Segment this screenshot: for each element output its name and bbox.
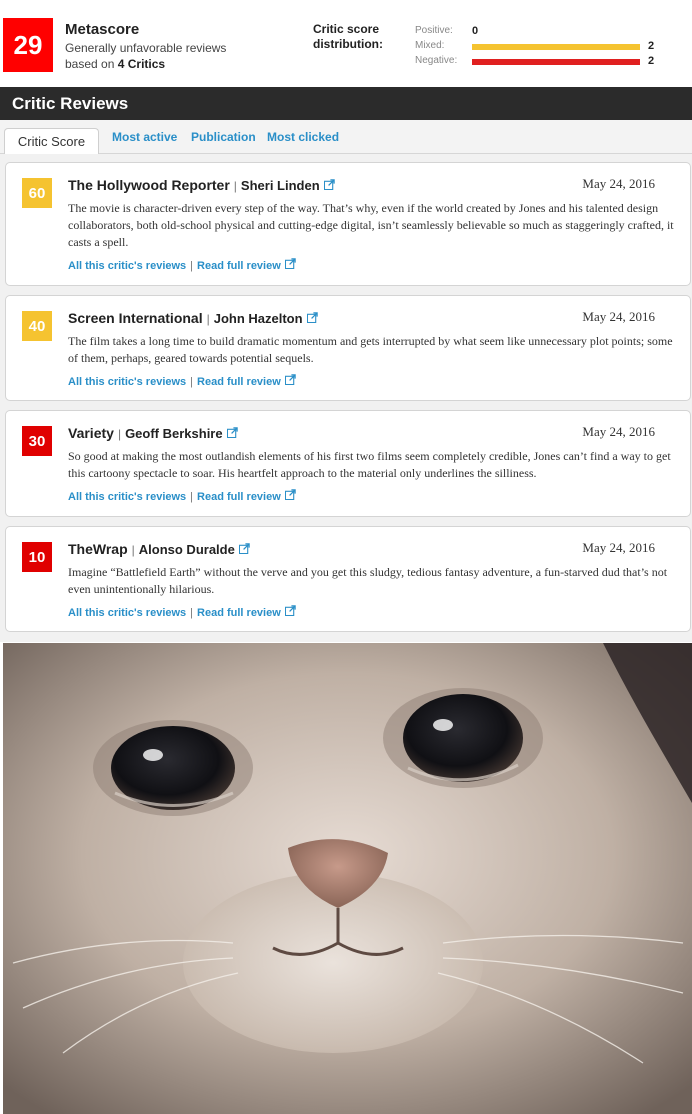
review-date: May 24, 2016 — [582, 176, 655, 191]
distribution-count: 0 — [472, 25, 479, 37]
external-link-icon[interactable] — [323, 179, 335, 190]
all-critic-reviews-link[interactable]: All this critic's reviews — [68, 491, 186, 503]
review-card: 40 Screen International | John Hazelton Ma… — [5, 295, 691, 401]
metascore-header: 29 Metascore Generally unfavorable revie… — [0, 0, 692, 87]
external-link-icon[interactable] — [284, 605, 296, 616]
critic-name[interactable]: Alonso Duralde — [139, 542, 235, 557]
distribution-label: Positive: — [415, 25, 453, 36]
distribution-count: 2 — [648, 55, 655, 67]
read-full-review-link[interactable]: Read full review — [197, 260, 281, 272]
distribution-row-positive: Positive: 0 — [415, 25, 665, 39]
tab-publication[interactable]: Publication — [191, 130, 256, 144]
review-summary: The film takes a long time to build dram… — [68, 334, 673, 365]
distribution-count: 2 — [648, 40, 655, 52]
review-summary: The movie is character-driven every step… — [68, 201, 674, 249]
review-score-badge: 10 — [22, 542, 52, 572]
all-critic-reviews-link[interactable]: All this critic's reviews — [68, 260, 186, 272]
tab-bar: Critic Score Most active Publication Mos… — [0, 120, 692, 155]
external-link-icon[interactable] — [284, 258, 296, 269]
review-date: May 24, 2016 — [582, 424, 655, 439]
metascore-critic-count: based on 4 Critics — [65, 57, 166, 71]
section-title: Critic Reviews — [0, 87, 692, 120]
review-byline: Variety | Geoff Berkshire — [68, 425, 238, 441]
distribution-row-mixed: Mixed: 2 — [415, 40, 665, 54]
external-link-icon[interactable] — [284, 374, 296, 385]
all-critic-reviews-link[interactable]: All this critic's reviews — [68, 607, 186, 619]
sad-cat-image — [3, 643, 692, 1114]
tab-critic-score[interactable]: Critic Score — [4, 128, 99, 155]
review-date: May 24, 2016 — [582, 309, 655, 324]
review-links: All this critic's reviews | Read full revi… — [68, 374, 296, 388]
review-score-badge: 60 — [22, 178, 52, 208]
publication-name[interactable]: Screen International — [68, 310, 203, 326]
review-links: All this critic's reviews | Read full revi… — [68, 258, 296, 272]
review-date: May 24, 2016 — [582, 540, 655, 555]
critic-name[interactable]: Geoff Berkshire — [125, 426, 223, 441]
distribution-title: Critic score distribution: — [313, 22, 383, 51]
review-card: 60 The Hollywood Reporter | Sheri Linden M… — [5, 162, 691, 286]
review-card: 10 TheWrap | Alonso Duralde May 24, 2016 I… — [5, 526, 691, 632]
tab-most-clicked[interactable]: Most clicked — [267, 130, 339, 144]
distribution-label: Negative: — [415, 55, 458, 66]
external-link-icon[interactable] — [226, 427, 238, 438]
distribution-row-negative: Negative: 2 — [415, 55, 665, 69]
publication-name[interactable]: The Hollywood Reporter — [68, 177, 230, 193]
external-link-icon[interactable] — [284, 489, 296, 500]
metascore-verdict: Generally unfavorable reviews — [65, 41, 227, 55]
publication-name[interactable]: Variety — [68, 425, 114, 441]
review-score-badge: 40 — [22, 311, 52, 341]
sad-cat-photo — [3, 643, 692, 1114]
publication-name[interactable]: TheWrap — [68, 541, 128, 557]
read-full-review-link[interactable]: Read full review — [197, 491, 281, 503]
distribution-label: Mixed: — [415, 40, 445, 51]
metascore-badge: 29 — [3, 18, 53, 72]
review-links: All this critic's reviews | Read full revi… — [68, 605, 296, 619]
tab-most-active[interactable]: Most active — [112, 130, 177, 144]
read-full-review-link[interactable]: Read full review — [197, 376, 281, 388]
external-link-icon[interactable] — [306, 312, 318, 323]
review-summary: So good at making the most outlandish el… — [68, 449, 671, 480]
metascore-title: Metascore — [65, 21, 140, 38]
distribution-bar-negative — [472, 59, 640, 65]
review-links: All this critic's reviews | Read full revi… — [68, 489, 296, 503]
review-byline: TheWrap | Alonso Duralde — [68, 541, 250, 557]
critic-name[interactable]: John Hazelton — [214, 311, 303, 326]
review-byline: Screen International | John Hazelton — [68, 310, 318, 326]
review-card: 30 Variety | Geoff Berkshire May 24, 2016 … — [5, 410, 691, 517]
review-byline: The Hollywood Reporter | Sheri Linden — [68, 177, 335, 193]
all-critic-reviews-link[interactable]: All this critic's reviews — [68, 376, 186, 388]
metascore-summary: Generally unfavorable reviews based on 4… — [65, 40, 226, 72]
review-summary: Imagine “Battlefield Earth” without the … — [68, 565, 668, 596]
external-link-icon[interactable] — [238, 543, 250, 554]
distribution-bar-mixed — [472, 44, 640, 50]
critic-name[interactable]: Sheri Linden — [241, 178, 320, 193]
review-score-badge: 30 — [22, 426, 52, 456]
read-full-review-link[interactable]: Read full review — [197, 607, 281, 619]
